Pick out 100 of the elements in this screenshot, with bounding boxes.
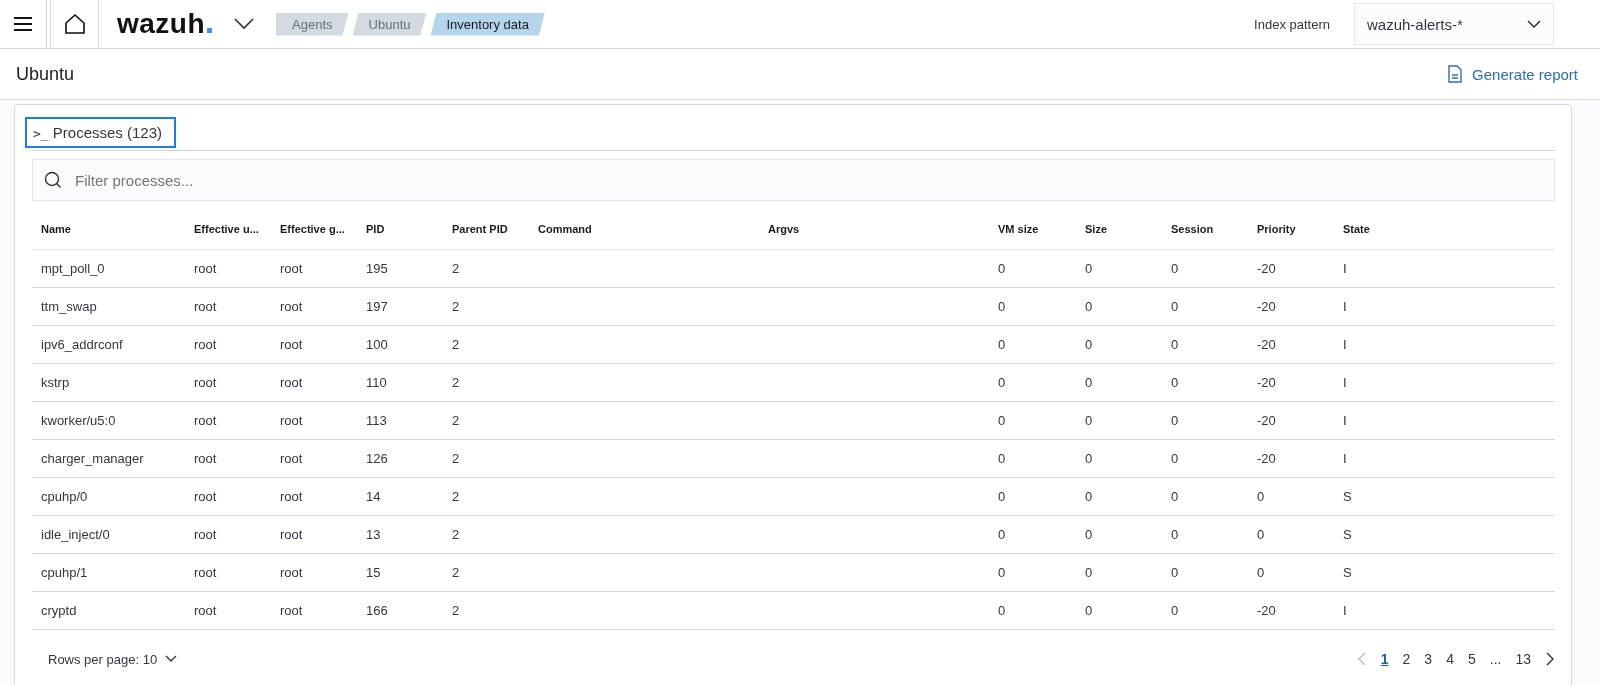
table-cell-text: 0 [1085, 413, 1094, 428]
table-cell-text: S [1343, 489, 1353, 504]
processes-title[interactable]: >_ Processes (123) [25, 117, 177, 148]
table-cell-text: root [194, 451, 218, 466]
table-cell-text: root [280, 337, 304, 352]
table-cell-text: 2 [452, 565, 461, 580]
index-pattern-label: Index pattern [1254, 16, 1330, 32]
table-cell-text: 0 [1085, 489, 1094, 504]
table-cell-text: 0 [1085, 337, 1094, 352]
logo-text[interactable]: wazuh [117, 8, 213, 40]
table-cell-text: root [194, 603, 218, 618]
column-header[interactable]: Command [538, 223, 768, 235]
table-cell-text: -20 [1257, 337, 1277, 352]
table-cell-text: -20 [1257, 451, 1277, 466]
column-header[interactable]: Effective u... [194, 223, 280, 235]
table-cell-text: 166 [366, 603, 389, 618]
table-cell-text: S [1343, 565, 1353, 580]
table-cell-text: 113 [366, 413, 388, 428]
table-cell-text: root [280, 565, 304, 580]
document-icon [1448, 65, 1463, 83]
table-cell-text: 0 [1171, 261, 1180, 276]
column-header[interactable]: Name [41, 223, 194, 235]
table-cell-text: 0 [998, 527, 1007, 542]
index-pattern-select[interactable]: wazuh-alerts-* [1354, 3, 1554, 45]
breadcrumb[interactable]: Inventory data [430, 12, 545, 36]
table-cell-text: cpuhp/0 [41, 489, 89, 504]
page-link[interactable]: ... [1489, 651, 1502, 667]
column-header[interactable]: Priority [1257, 223, 1343, 235]
table-cell-text: cryptd [41, 603, 78, 618]
page-link[interactable]: 3 [1424, 651, 1433, 667]
column-header[interactable]: Parent PID [452, 223, 538, 235]
column-header[interactable]: Session [1171, 223, 1257, 235]
table-cell-text: root [194, 375, 218, 390]
table-cell-text: -20 [1257, 603, 1277, 618]
table-cell-text: I [1343, 337, 1348, 352]
table-cell-text: -20 [1257, 261, 1277, 276]
chevron-down-icon [165, 655, 178, 663]
column-header[interactable]: PID [366, 223, 452, 235]
table-cell-text: 0 [998, 337, 1007, 352]
breadcrumb[interactable]: Ubuntu [352, 12, 427, 36]
table-cell-text: root [280, 527, 304, 542]
table-cell-text: root [194, 527, 218, 542]
table-cell-text: 0 [1257, 527, 1266, 542]
chevron-down-icon [1527, 20, 1541, 28]
generate-report-button[interactable]: Generate report [1442, 64, 1584, 84]
table-cell-text: 0 [1257, 489, 1266, 504]
table-cell-text: 0 [1085, 565, 1094, 580]
rows-per-page-button[interactable]: Rows per page: 10 [42, 650, 184, 668]
table-cell-text: -20 [1257, 413, 1277, 428]
table-cell-text: kworker/u5:0 [41, 413, 117, 428]
page-title: Ubuntu [16, 63, 75, 85]
column-header[interactable]: Effective g... [280, 223, 366, 235]
table-cell-text: root [280, 489, 304, 504]
table-cell-text: ttm_swap [41, 299, 98, 314]
table-cell-text: I [1343, 451, 1348, 466]
table-cell-text: root [280, 261, 304, 276]
table-cell-text: charger_manager [41, 451, 145, 466]
chevron-down-icon[interactable] [234, 18, 255, 30]
table-cell-text: 0 [1171, 527, 1180, 542]
breadcrumb[interactable]: Agents [276, 12, 349, 36]
table-cell-text: 0 [1171, 489, 1180, 504]
column-header[interactable]: VM size [998, 223, 1085, 235]
page-link[interactable]: 4 [1446, 651, 1454, 667]
table-cell-text: 0 [1085, 527, 1094, 542]
table-cell-text: 0 [1171, 375, 1180, 390]
table-cell-text: I [1343, 299, 1348, 314]
page-link[interactable]: 13 [1515, 651, 1531, 667]
table-cell-text: 2 [452, 261, 461, 276]
table-cell-text: root [194, 565, 218, 580]
table-cell-text: root [194, 413, 218, 428]
table-cell-text: 2 [452, 299, 461, 314]
table-cell-text: 15 [366, 565, 382, 580]
page-link[interactable]: 5 [1467, 651, 1476, 667]
table-cell-text: I [1343, 413, 1348, 428]
table-cell-text: 2 [452, 603, 461, 618]
table-cell-text: 0 [1171, 413, 1180, 428]
table-cell-text: 0 [998, 489, 1007, 504]
table-cell-text: root [280, 413, 304, 428]
table-cell-text: root [280, 299, 304, 314]
table-cell-text: 0 [1085, 299, 1094, 314]
table-cell-text: cpuhp/1 [41, 565, 89, 580]
table-cell-text: 0 [998, 603, 1007, 618]
page-link[interactable]: 2 [1402, 651, 1411, 667]
table-cell-text: 0 [1171, 603, 1180, 618]
table-cell-text: 13 [366, 527, 382, 542]
search-field[interactable]: Filter processes... [32, 159, 1555, 201]
table-cell-text: S [1343, 527, 1353, 542]
table-cell-text: 0 [1171, 451, 1180, 466]
column-header[interactable]: State [1343, 223, 1543, 235]
table-cell-text: root [280, 375, 304, 390]
table-cell-text: root [280, 603, 304, 618]
table-cell-text: root [194, 261, 218, 276]
table-cell-text: 100 [366, 337, 389, 352]
table-cell-text: 0 [998, 299, 1007, 314]
column-header[interactable]: Size [1085, 223, 1171, 235]
table-cell-text: 197 [366, 299, 389, 314]
page-link[interactable]: 1 [1380, 651, 1389, 667]
next-page-icon[interactable] [1545, 652, 1555, 666]
column-header[interactable]: Argvs [768, 223, 998, 235]
table-cell-text: 0 [1257, 565, 1266, 580]
